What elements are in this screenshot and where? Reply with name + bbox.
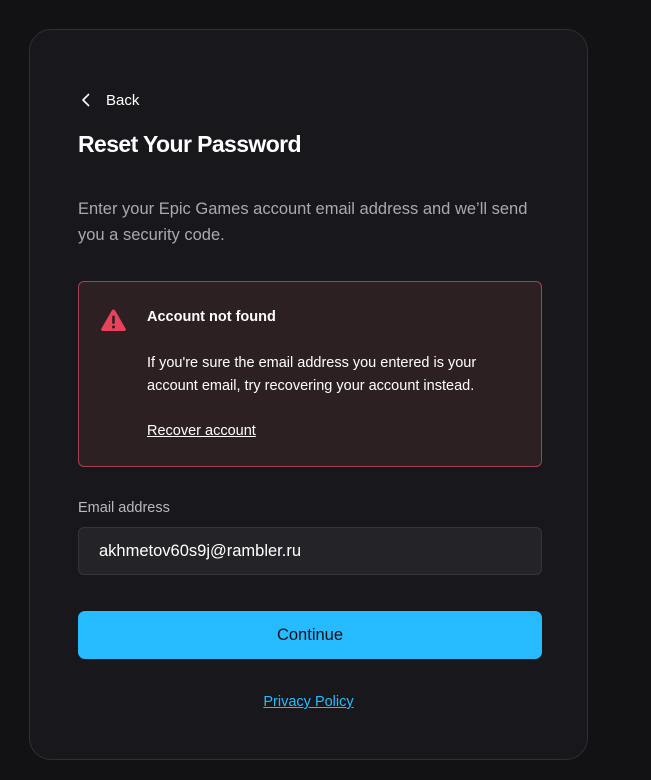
privacy-policy-link[interactable]: Privacy Policy <box>263 694 353 710</box>
reset-password-card: Back Reset Your Password Enter your Epic… <box>29 29 588 760</box>
warning-triangle-icon <box>101 309 126 331</box>
footer: Privacy Policy <box>30 693 587 711</box>
error-alert: Account not found If you're sure the ema… <box>78 281 542 467</box>
alert-message: If you're sure the email address you ent… <box>147 355 477 394</box>
back-button[interactable]: Back <box>78 88 139 112</box>
chevron-left-icon <box>82 93 90 107</box>
email-label: Email address <box>78 500 170 516</box>
recover-account-link[interactable]: Recover account <box>147 423 256 439</box>
page-title: Reset Your Password <box>78 131 302 157</box>
page-description: Enter your Epic Games account email addr… <box>78 200 528 244</box>
alert-title: Account not found <box>147 309 276 325</box>
email-field[interactable] <box>78 527 542 575</box>
continue-button[interactable]: Continue <box>78 611 542 659</box>
back-label: Back <box>106 91 140 109</box>
